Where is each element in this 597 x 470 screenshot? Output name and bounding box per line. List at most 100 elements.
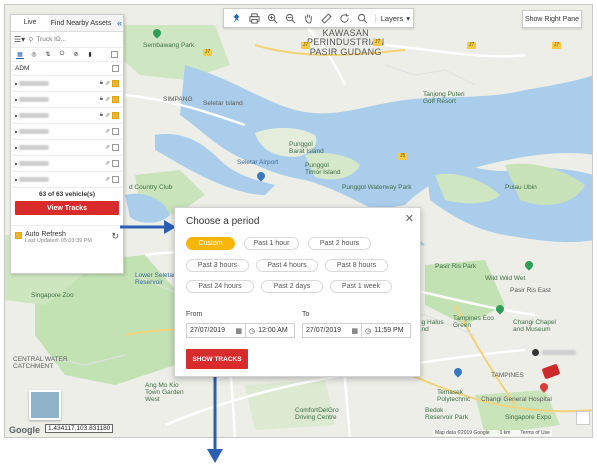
select-all-checkbox[interactable] [111, 51, 118, 58]
grid-filter-icon[interactable]: ▦ [16, 51, 24, 59]
pan-hand-icon[interactable] [299, 9, 317, 27]
period-option-past-1-week[interactable]: Past 1 week [330, 280, 392, 293]
map-label-singapore-expo: Singapore Expo [505, 414, 552, 421]
calendar-icon[interactable]: ▦ [235, 327, 242, 335]
period-option-past-8-hours[interactable]: Past 8 hours [325, 259, 388, 272]
show-right-pane-button[interactable]: Show Right Pane [522, 10, 582, 28]
share-icon[interactable]: ⇗ [105, 160, 110, 167]
lock-icon: 🔒︎ [99, 80, 103, 86]
ruler-icon[interactable] [317, 9, 335, 27]
arrow-down-annotation [207, 367, 223, 463]
satellite-minimap-toggle[interactable] [29, 390, 61, 420]
layers-dropdown[interactable]: Layers ▾ [374, 13, 410, 23]
vehicle-row[interactable]: 🔒︎ ⇗ [11, 108, 123, 124]
sort-icon[interactable]: ⇅ [44, 51, 52, 59]
road-tag: J7 [552, 42, 562, 49]
auto-refresh-label: Auto Refresh [25, 231, 66, 238]
group-checkbox[interactable] [112, 65, 119, 72]
collapse-panel-icon[interactable]: « [117, 18, 122, 28]
refresh-icon[interactable] [336, 9, 354, 27]
signal-icon[interactable]: ▮ [86, 51, 94, 59]
map-data-attribution: Map data ©2019 Google [435, 430, 490, 436]
group-row[interactable]: ADM [11, 62, 123, 76]
vehicle-checkbox[interactable] [112, 160, 119, 167]
vehicle-row[interactable]: ⇗ [11, 172, 123, 188]
zoom-out-icon[interactable] [281, 9, 299, 27]
period-option-past-3-hours[interactable]: Past 3 hours [186, 259, 249, 272]
map-scale: 1 km [499, 430, 511, 436]
search-icon[interactable] [354, 9, 372, 27]
clock-icon: ◷ [365, 327, 372, 335]
period-option-past-4-hours[interactable]: Past 4 hours [256, 259, 318, 272]
vehicle-row[interactable]: ⇗ [11, 156, 123, 172]
share-icon[interactable]: ⇗ [105, 128, 110, 135]
zoom-in-icon[interactable] [263, 9, 281, 27]
pin-tool-icon[interactable] [227, 9, 245, 27]
share-icon[interactable]: ⇗ [105, 112, 110, 119]
refresh-icon[interactable]: ↻ [111, 231, 119, 242]
vehicle-status-dot [15, 98, 17, 101]
map-label-seletar-airport: Seletar Airport [237, 159, 279, 166]
tab-find-nearby-assets[interactable]: Find Nearby Assets [49, 15, 113, 31]
vehicle-row[interactable]: ⇗ [11, 140, 123, 156]
period-option-past-2-hours[interactable]: Past 2 hours [308, 237, 371, 250]
vehicle-checkbox[interactable] [112, 176, 119, 183]
vehicle-checkbox[interactable] [112, 80, 119, 87]
auto-refresh-checkbox[interactable] [15, 232, 22, 239]
from-time-field[interactable]: ◷ 12:00 AM [245, 323, 295, 338]
vehicle-name-redacted [19, 129, 49, 134]
terms-link[interactable]: Terms of Use [520, 430, 549, 436]
from-time-value: 12:00 AM [258, 327, 288, 334]
map-label-ang-mo-kio: Ang Mo Kio Town Garden West [145, 382, 184, 403]
period-option-past-24-hours[interactable]: Past 24 hours [186, 280, 254, 293]
period-option-past-1-hour[interactable]: Past 1 hour [244, 237, 299, 250]
vehicle-checkbox[interactable] [112, 144, 119, 151]
period-option-custom[interactable]: Custom [186, 237, 235, 250]
share-icon[interactable]: ⇗ [105, 144, 110, 151]
view-tracks-button[interactable]: View Tracks [15, 201, 119, 215]
calendar-icon[interactable]: ▦ [351, 327, 358, 335]
vehicle-name-redacted [19, 145, 49, 150]
map-label-seletar-island: Seletar Island [203, 100, 243, 107]
from-date-field[interactable]: 27/07/2019 ▦ [186, 323, 246, 338]
map-label-sembawang-park: Sembawang Park [143, 42, 195, 49]
check-circle-icon[interactable]: ◎ [30, 51, 38, 59]
share-icon[interactable]: ⇗ [105, 176, 110, 183]
blocked-icon[interactable]: ⊘ [72, 51, 80, 59]
period-option-past-2-days[interactable]: Past 2 days [261, 280, 323, 293]
map-footer: Map data ©2019 Google 1 km Terms of Use [433, 430, 552, 436]
vehicle-checkbox[interactable] [112, 128, 119, 135]
truck-search-input[interactable] [36, 36, 107, 43]
vehicle-status-dot [532, 349, 539, 356]
map-label-tampines-eco: Tampines Eco Green [453, 315, 494, 329]
vehicle-map-tag[interactable] [532, 349, 576, 356]
vehicle-checkbox[interactable] [112, 96, 119, 103]
map-toolbar: Layers ▾ [223, 8, 414, 28]
vehicle-checkbox[interactable] [112, 112, 119, 119]
print-icon[interactable] [245, 9, 263, 27]
vehicle-name-redacted [19, 81, 49, 86]
to-time-field[interactable]: ◷ 11:59 PM [361, 323, 411, 338]
show-tracks-button[interactable]: SHOW TRACKS [186, 349, 248, 369]
map-label-changi-chapel: Changi Chapel and Museum [513, 319, 557, 333]
to-date-field[interactable]: 27/07/2019 ▦ [302, 323, 362, 338]
vehicle-name-redacted [19, 177, 49, 182]
vehicle-row[interactable]: 🔒︎ ⇗ [11, 92, 123, 108]
map-label-pasir-ris-park: Pasir Ris Park [435, 263, 477, 270]
vehicle-row[interactable]: ⇗ [11, 124, 123, 140]
fullscreen-icon[interactable] [576, 411, 590, 425]
share-icon[interactable]: ⇗ [105, 96, 110, 103]
vehicle-row[interactable]: 🔒︎ ⇗ [11, 76, 123, 92]
vehicle-count: 63 of 63 vehicle(s) [39, 191, 95, 198]
map-label-changi-general: Changi General Hospital [481, 396, 552, 403]
choose-period-dialog: Choose a period ✕ Custom Past 1 hour Pas… [174, 207, 421, 377]
road-tag: J7 [203, 49, 213, 56]
vehicle-status-dot [15, 162, 17, 165]
tab-live[interactable]: Live [11, 15, 49, 31]
close-icon[interactable]: ✕ [405, 212, 414, 225]
map-label-wild-wild-wet: Wild Wild Wet [485, 275, 526, 282]
vehicle-status-dot [15, 178, 17, 181]
filter-icon[interactable]: ☰▾ [14, 35, 25, 44]
share-icon[interactable]: ⇗ [105, 80, 110, 87]
power-icon[interactable]: ⏻ [58, 51, 66, 59]
